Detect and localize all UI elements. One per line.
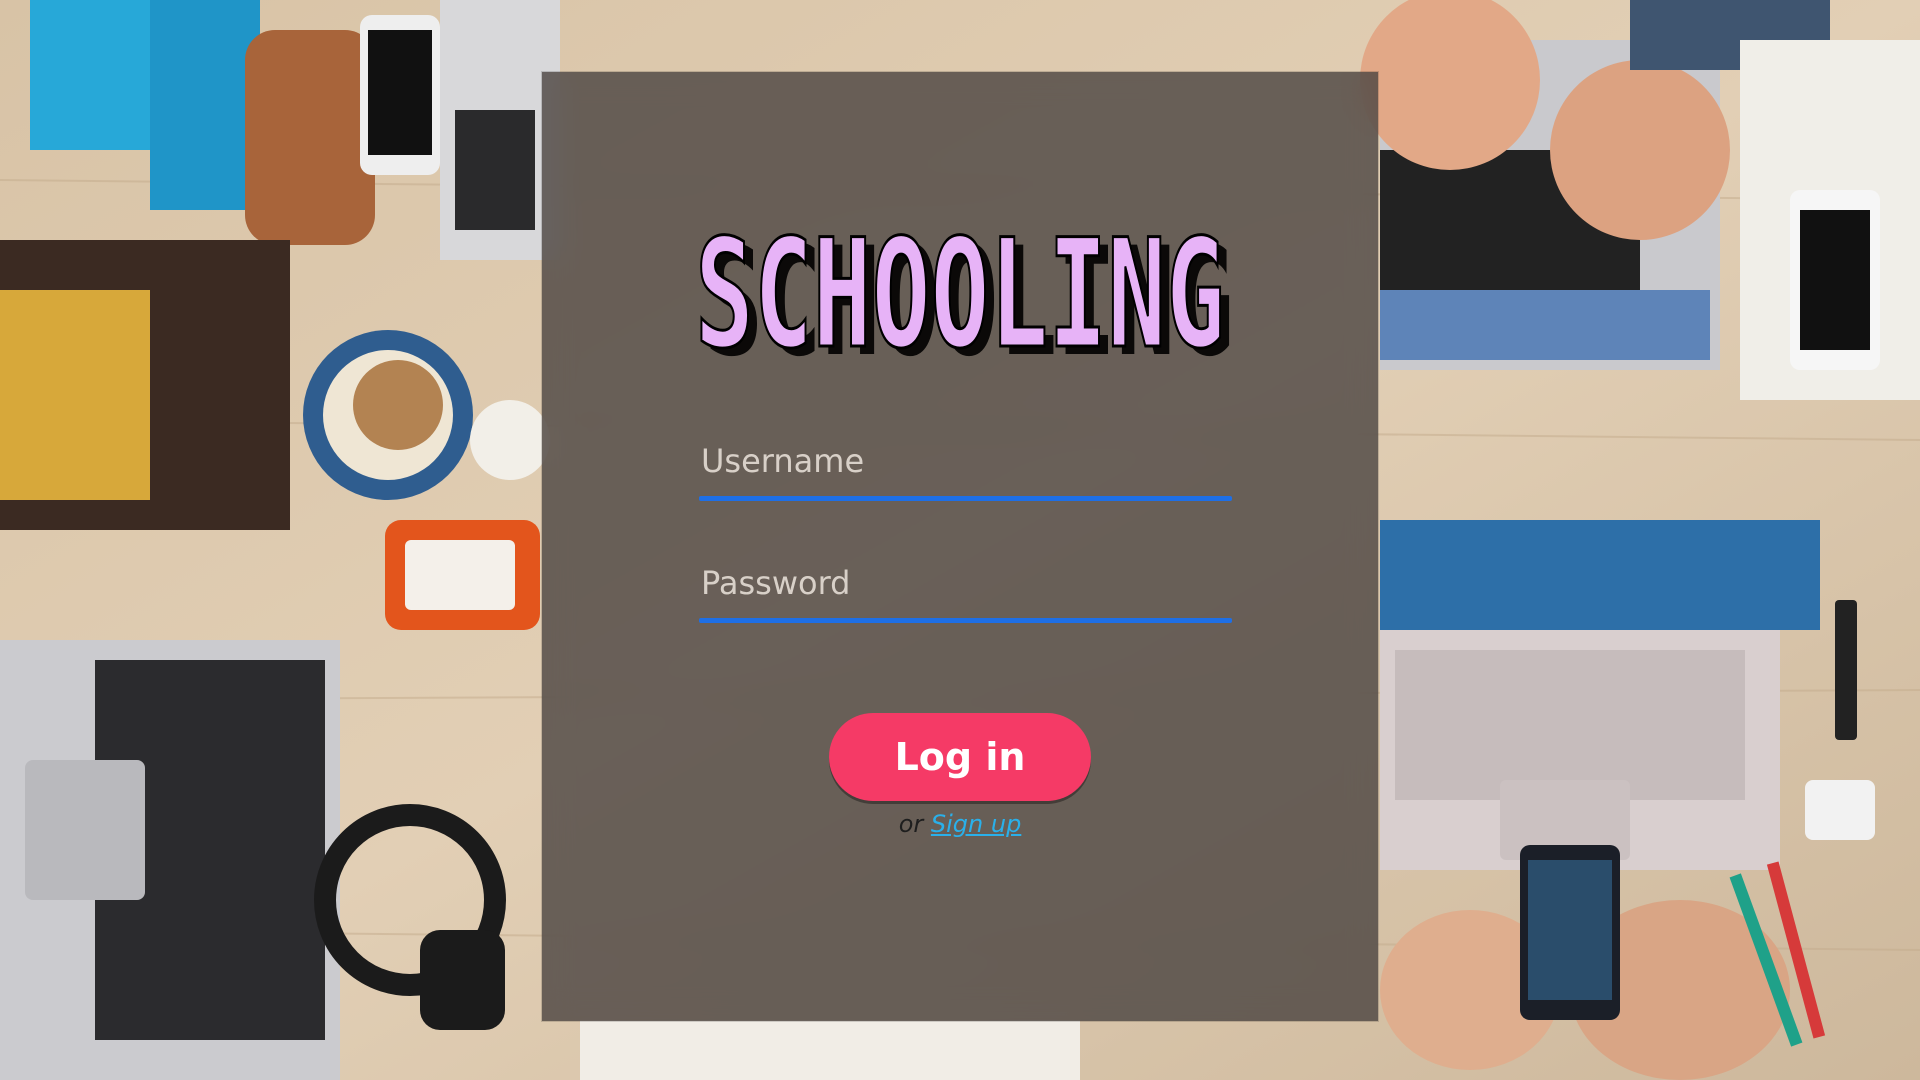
signup-prefix: or xyxy=(898,810,924,838)
login-screen: SCHOOLING SCHOOLING Log in or Sign up xyxy=(0,0,1920,1080)
schooling-logo: SCHOOLING SCHOOLING xyxy=(694,212,1235,382)
username-field xyxy=(699,412,1232,502)
username-input[interactable] xyxy=(699,412,1232,496)
login-button[interactable]: Log in xyxy=(829,713,1091,801)
login-panel: SCHOOLING SCHOOLING Log in or Sign up xyxy=(542,72,1378,1021)
signup-link[interactable]: Sign up xyxy=(931,810,1021,838)
svg-text:SCHOOLING: SCHOOLING xyxy=(695,212,1225,382)
password-field xyxy=(699,534,1232,624)
signup-row: or Sign up xyxy=(542,810,1378,838)
username-underline xyxy=(699,496,1232,501)
password-underline xyxy=(699,618,1232,623)
password-input[interactable] xyxy=(699,534,1232,618)
